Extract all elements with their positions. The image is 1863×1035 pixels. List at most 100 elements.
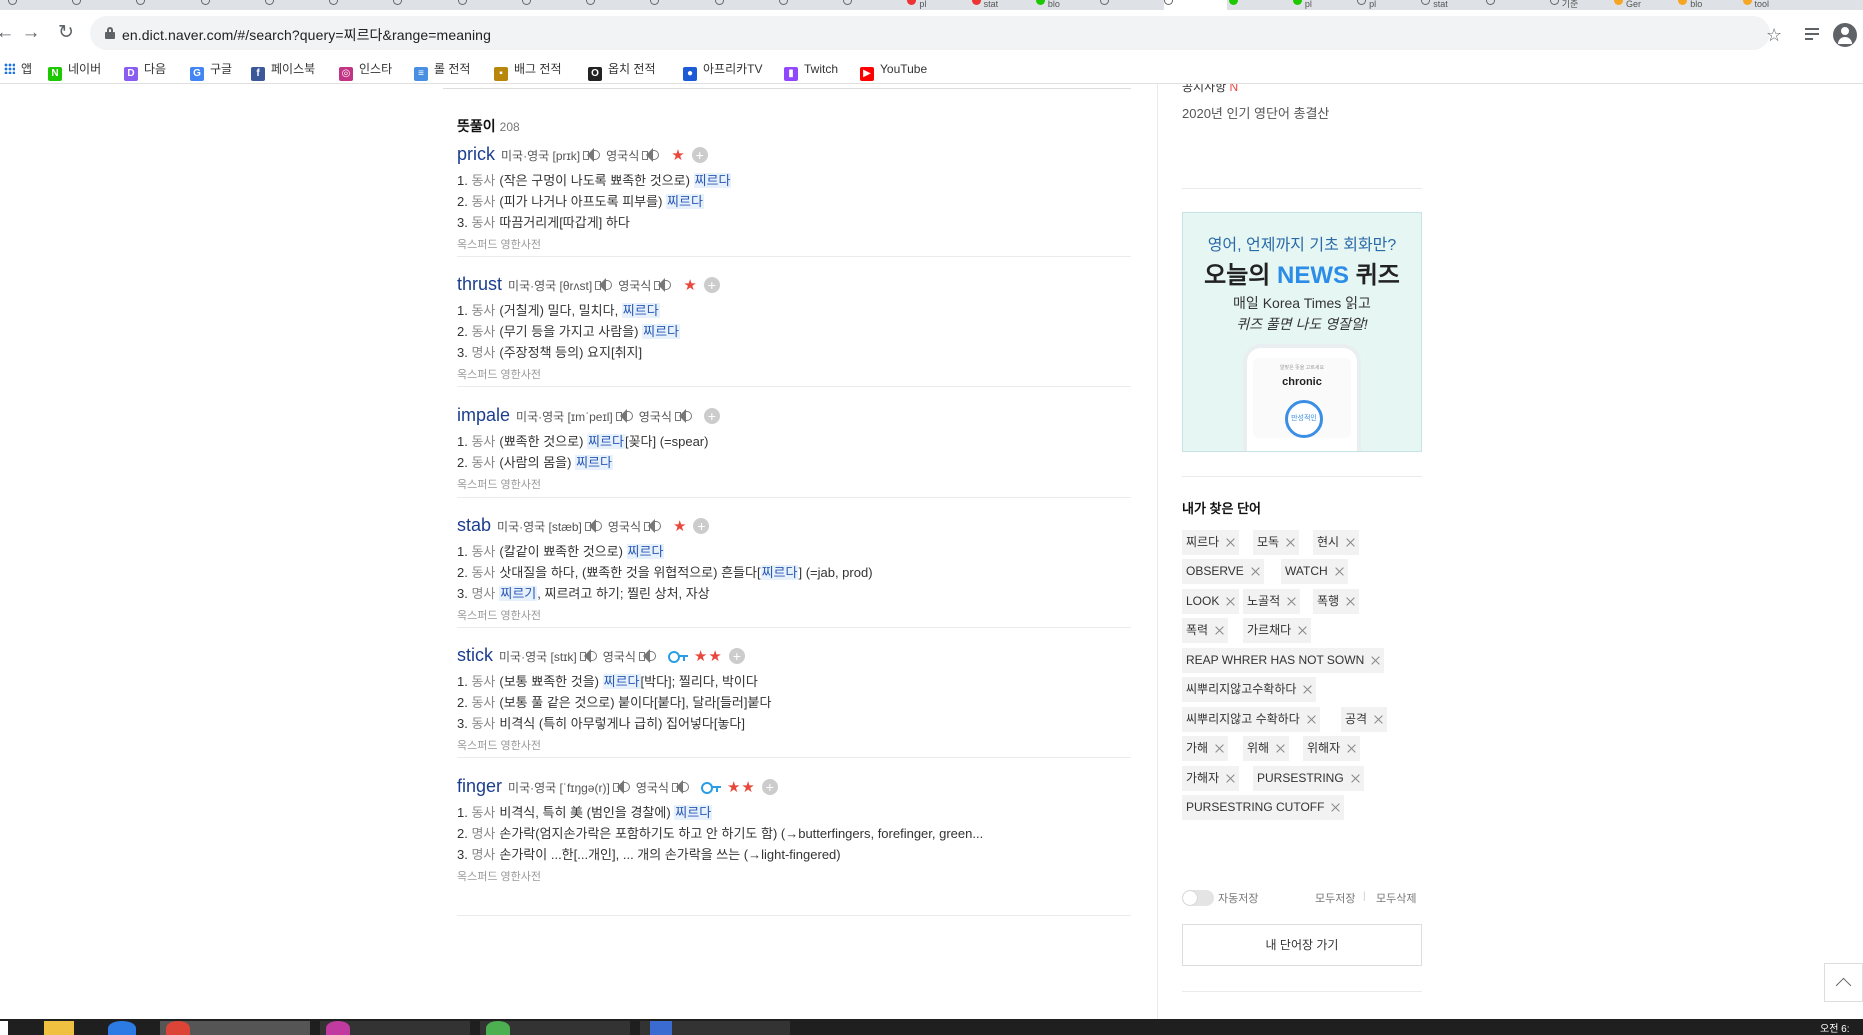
browser-tab[interactable]: blo bbox=[1678, 0, 1740, 10]
browser-tab[interactable] bbox=[1228, 0, 1291, 10]
highlighted-term[interactable]: 찌르다 bbox=[621, 303, 660, 318]
speaker-icon[interactable] bbox=[579, 648, 599, 664]
url-text[interactable]: en.dict.naver.com/#/search?query=찌르다&ran… bbox=[122, 25, 491, 45]
browser-tab[interactable] bbox=[72, 0, 134, 10]
highlighted-term[interactable]: 찌르다 bbox=[693, 173, 732, 188]
browser-tab[interactable] bbox=[457, 0, 520, 10]
forward-arrow-icon[interactable]: → bbox=[20, 22, 42, 44]
bookmark-apps-grid[interactable]: 앱 bbox=[4, 60, 32, 78]
add-to-wordbook-icon[interactable]: + bbox=[761, 779, 778, 795]
word-chip[interactable]: OBSERVE bbox=[1182, 559, 1264, 584]
bookmark-daum-d[interactable]: D 다음 bbox=[124, 60, 166, 81]
word-chip[interactable]: REAP WHRER HAS NOT SOWN bbox=[1182, 648, 1385, 673]
browser-tab[interactable] bbox=[200, 0, 263, 10]
browser-tab[interactable] bbox=[778, 0, 841, 10]
browser-tab[interactable] bbox=[843, 0, 905, 10]
browser-tab[interactable]: 기준 bbox=[1549, 0, 1612, 10]
browser-tab[interactable] bbox=[136, 0, 198, 10]
start-icon[interactable] bbox=[0, 1021, 8, 1035]
headword-link[interactable]: impale bbox=[457, 405, 510, 425]
browser-tab[interactable]: tool bbox=[1742, 0, 1805, 10]
speaker-icon[interactable] bbox=[584, 518, 604, 534]
remove-icon[interactable] bbox=[1374, 715, 1383, 724]
speaker-icon[interactable] bbox=[594, 277, 614, 293]
speaker-icon[interactable] bbox=[671, 779, 691, 795]
word-chip[interactable]: 가르채다 bbox=[1243, 618, 1312, 643]
add-to-wordbook-icon[interactable]: + bbox=[728, 648, 745, 664]
remove-icon[interactable] bbox=[1226, 538, 1235, 547]
browser-tab[interactable] bbox=[1164, 0, 1227, 10]
highlighted-term[interactable]: 찌르다 bbox=[642, 324, 680, 339]
ie-icon[interactable] bbox=[108, 1021, 136, 1035]
speaker-icon[interactable] bbox=[615, 408, 635, 424]
headword-link[interactable]: stick bbox=[457, 645, 493, 665]
bookmark-instagram[interactable]: ◎ 인스타 bbox=[339, 60, 392, 81]
highlighted-term[interactable]: 찌르다 bbox=[575, 455, 613, 470]
highlighted-term[interactable]: 찌르다 bbox=[760, 565, 799, 580]
remove-icon[interactable] bbox=[1287, 597, 1296, 606]
word-chip[interactable]: 가해자 bbox=[1182, 766, 1240, 791]
remove-icon[interactable] bbox=[1307, 715, 1316, 724]
headword-link[interactable]: finger bbox=[457, 776, 502, 796]
remove-icon[interactable] bbox=[1371, 656, 1380, 665]
speaker-icon[interactable] bbox=[643, 518, 663, 534]
speaker-icon[interactable] bbox=[612, 779, 632, 795]
speaker-icon[interactable] bbox=[638, 648, 658, 664]
browser-tab[interactable] bbox=[8, 0, 70, 10]
highlighted-term[interactable]: 찌르다 bbox=[674, 805, 713, 820]
browser-tab[interactable]: pl bbox=[1357, 0, 1419, 10]
remove-icon[interactable] bbox=[1251, 567, 1260, 576]
dictionary-source[interactable]: 옥스퍼드 영한사전 bbox=[457, 366, 1131, 382]
browser-tab[interactable]: stat bbox=[971, 0, 1034, 10]
remove-icon[interactable] bbox=[1215, 626, 1224, 635]
speaker-icon[interactable] bbox=[582, 147, 602, 163]
word-chip[interactable]: 모독 bbox=[1253, 530, 1300, 555]
browser-tab[interactable]: Ger bbox=[1614, 0, 1676, 10]
news-quiz-banner[interactable]: 영어, 언제까지 기초 회화만? 오늘의 NEWS 퀴즈 매일 Korea Ti… bbox=[1182, 212, 1422, 452]
file-explorer-icon[interactable] bbox=[44, 1021, 74, 1035]
browser-tab[interactable] bbox=[1100, 0, 1162, 10]
highlighted-term[interactable]: 찌르다 bbox=[587, 434, 625, 449]
word-chip[interactable]: PURSESTRING CUTOFF bbox=[1182, 795, 1345, 820]
headword-link[interactable]: thrust bbox=[457, 274, 502, 294]
bookmark-twitch[interactable]: ▮ Twitch bbox=[784, 60, 838, 81]
back-arrow-icon[interactable]: ← bbox=[0, 22, 16, 44]
remove-icon[interactable] bbox=[1346, 538, 1355, 547]
remove-icon[interactable] bbox=[1331, 803, 1340, 812]
remove-icon[interactable] bbox=[1286, 538, 1295, 547]
bookmark-google-g[interactable]: G 구글 bbox=[190, 60, 232, 81]
remove-icon[interactable] bbox=[1346, 597, 1355, 606]
dictionary-source[interactable]: 옥스퍼드 영한사전 bbox=[457, 236, 1131, 252]
remove-icon[interactable] bbox=[1351, 774, 1360, 783]
dictionary-source[interactable]: 옥스퍼드 영한사전 bbox=[457, 737, 1131, 753]
browser-tab[interactable]: pl bbox=[1292, 0, 1355, 10]
bookmark-afreecatv[interactable]: ● 아프리카TV bbox=[683, 60, 763, 81]
word-chip[interactable]: WATCH bbox=[1281, 559, 1348, 584]
browser-tab[interactable] bbox=[521, 0, 584, 10]
browser-tab[interactable]: pl bbox=[907, 0, 969, 10]
word-chip[interactable]: 씨뿌리지않고수확하다 bbox=[1182, 677, 1317, 702]
remove-icon[interactable] bbox=[1335, 567, 1344, 576]
browser-tab[interactable] bbox=[650, 0, 712, 10]
reading-list-icon[interactable] bbox=[1805, 28, 1823, 42]
browser-tab[interactable] bbox=[586, 0, 648, 10]
profile-avatar-icon[interactable] bbox=[1833, 23, 1857, 47]
browser-tab[interactable] bbox=[714, 0, 777, 10]
browser-tab[interactable]: blo bbox=[1035, 0, 1098, 10]
highlighted-term[interactable]: 찌르기 bbox=[499, 586, 538, 601]
bookmark-overbuff[interactable]: O 옵치 전적 bbox=[588, 60, 656, 81]
add-to-wordbook-icon[interactable]: + bbox=[703, 408, 720, 424]
highlighted-term[interactable]: 찌르다 bbox=[626, 544, 665, 559]
go-to-wordbook-button[interactable]: 내 단어장 가기 bbox=[1182, 924, 1422, 966]
word-chip[interactable]: 위해자 bbox=[1303, 736, 1361, 761]
add-to-wordbook-icon[interactable]: + bbox=[691, 147, 708, 163]
word-chip[interactable]: 현시 bbox=[1313, 530, 1360, 555]
word-chip[interactable]: 가해 bbox=[1182, 736, 1229, 761]
highlighted-term[interactable]: 찌르다 bbox=[666, 194, 704, 209]
speaker-icon[interactable] bbox=[674, 408, 694, 424]
word-chip[interactable]: 폭력 bbox=[1182, 618, 1229, 643]
bookmark-naver-n[interactable]: N 네이버 bbox=[48, 60, 101, 81]
word-chip[interactable]: 공격 bbox=[1341, 707, 1388, 732]
browser-tab[interactable] bbox=[264, 0, 327, 10]
scroll-to-top-button[interactable] bbox=[1824, 963, 1863, 1002]
